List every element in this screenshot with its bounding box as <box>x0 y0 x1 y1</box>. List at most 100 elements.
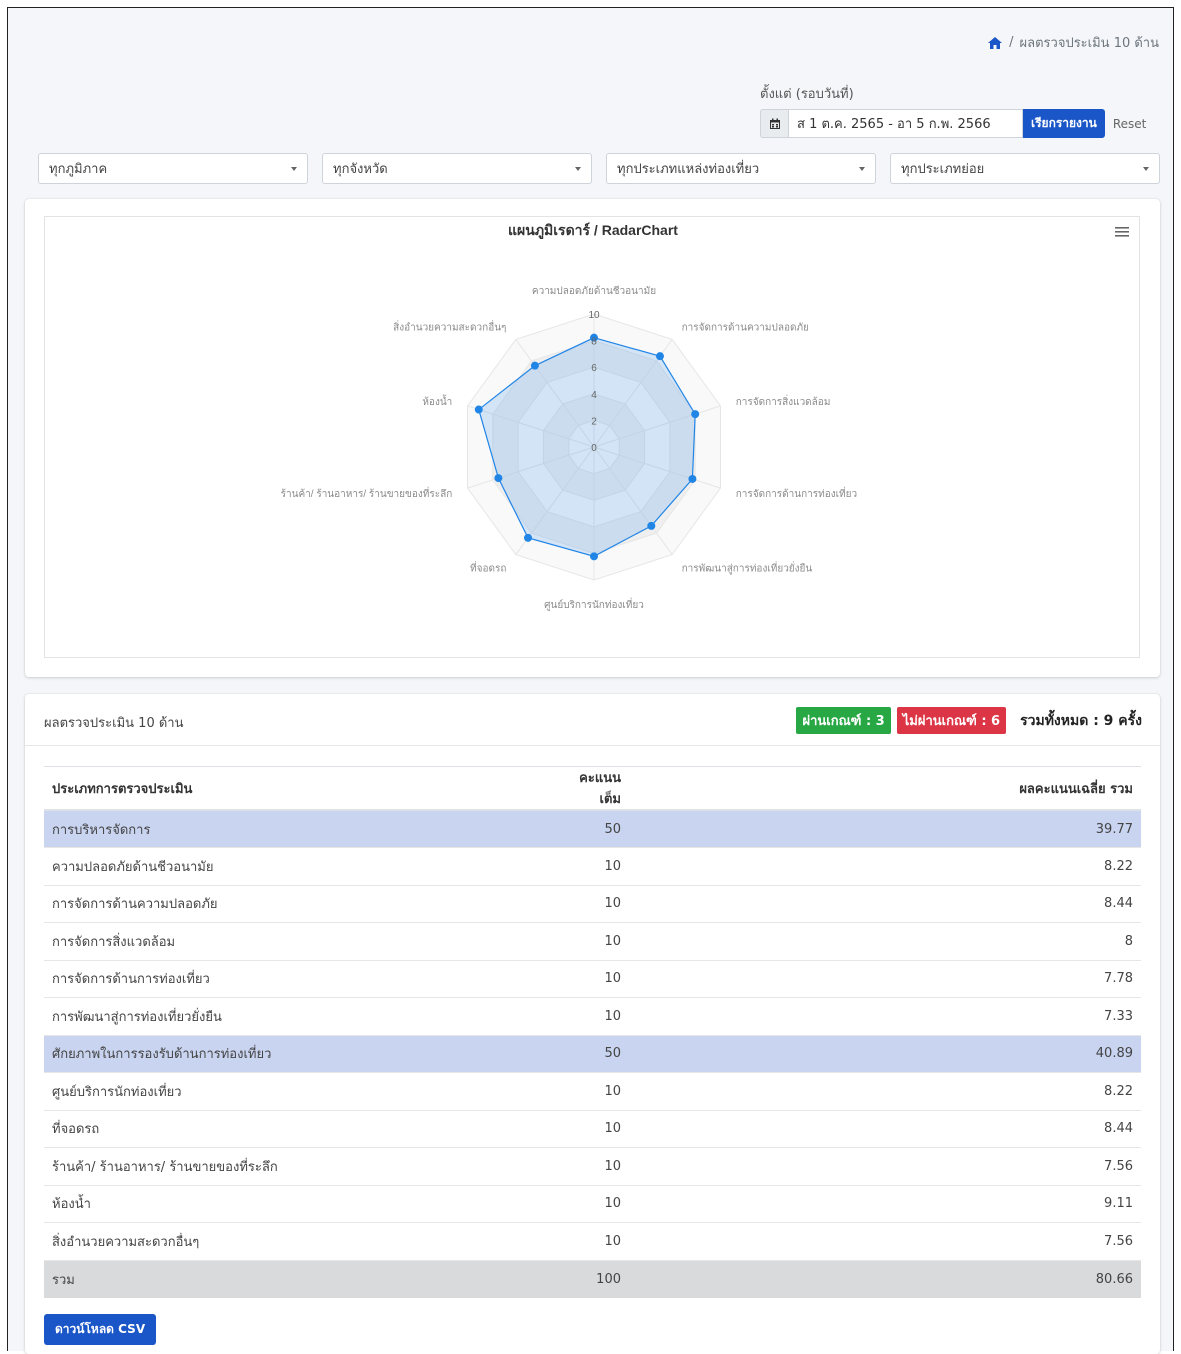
row-full-score: 10 <box>571 959 941 998</box>
table-row: ศูนย์บริการนักท่องเที่ยว 10 8.22 <box>44 1072 1141 1110</box>
row-full-score: 10 <box>571 1109 941 1148</box>
calendar-icon[interactable] <box>760 109 788 138</box>
reset-button[interactable]: Reset <box>1113 117 1147 131</box>
pass-badge: ผ่านเกณฑ์ : 3 <box>796 707 891 734</box>
table-row: สิ่งอำนวยความสะดวกอื่นๆ 10 7.56 <box>44 1222 1141 1260</box>
row-average: 7.56 <box>941 1222 1141 1260</box>
row-average: 7.56 <box>941 1147 1141 1185</box>
radar-tick-label: 2 <box>591 416 597 427</box>
row-name: ศูนย์บริการนักท่องเที่ยว <box>44 1072 572 1110</box>
radar-category-label: ที่จอดรถ <box>470 561 506 575</box>
breadcrumb: / ผลตรวจประเมิน 10 ด้าน <box>987 32 1159 53</box>
radar-data-point[interactable] <box>530 361 539 370</box>
date-range-label: ตั้งแต่ (รอบวันที่) <box>760 87 854 102</box>
region-select-value: ทุกภูมิภาค <box>49 162 108 177</box>
page-frame: / ผลตรวจประเมิน 10 ด้าน ตั้งแต่ (รอบวันท… <box>7 7 1174 1354</box>
chevron-down-icon <box>575 166 581 171</box>
province-select[interactable]: ทุกจังหวัด <box>322 153 592 184</box>
row-average: 7.33 <box>941 997 1141 1035</box>
table-row: ร้านค้า/ ร้านอาหาร/ ร้านขายของที่ระลึก 10… <box>44 1147 1141 1185</box>
row-average: 8.22 <box>941 847 1141 885</box>
date-range-input[interactable]: ส 1 ต.ค. 2565 - อา 5 ก.พ. 2566 <box>788 109 1023 138</box>
row-name: การบริหารจัดการ <box>44 809 572 848</box>
radar-category-label: การจัดการด้านการท่องเที่ยว <box>736 486 857 500</box>
result-badges: ผ่านเกณฑ์ : 3 ไม่ผ่านเกณฑ์ : 6 รวมทั้งหม… <box>796 707 1142 734</box>
results-card: ผลตรวจประเมิน 10 ด้าน ผ่านเกณฑ์ : 3 ไม่ผ… <box>25 694 1160 1354</box>
radar-data-point[interactable] <box>524 533 533 542</box>
radar-data-point[interactable] <box>691 410 700 419</box>
subtype-select-value: ทุกประเภทย่อย <box>901 162 985 177</box>
row-name: การจัดการด้านการท่องเที่ยว <box>44 959 572 998</box>
table-row: การพัฒนาสู่การท่องเที่ยวยั่งยืน 10 7.33 <box>44 997 1141 1035</box>
row-full-score: 10 <box>571 1184 941 1223</box>
row-full-score: 10 <box>571 847 941 885</box>
radar-tick-label: 0 <box>591 443 597 454</box>
row-full-score: 10 <box>571 1222 941 1260</box>
results-table: ประเภทการตรวจประเมิน คะแนนเต็ม ผลคะแนนเฉ… <box>44 766 1141 1298</box>
table-row: การจัดการด้านความปลอดภัย 10 8.44 <box>44 884 1141 923</box>
radar-chart: แผนภูมิเรดาร์ / RadarChart 0 2 4 6 8 10 ความปล… <box>281 222 1129 611</box>
total-count: รวมทั้งหมด : 9 ครั้ง <box>1020 712 1142 729</box>
hamburger-menu-icon[interactable] <box>1115 227 1129 237</box>
table-row: การจัดการสิ่งแวดล้อม 10 8 <box>44 922 1141 960</box>
row-average: 80.66 <box>941 1259 1141 1298</box>
row-full-score: 10 <box>571 1072 941 1110</box>
radar-chart-container: แผนภูมิเรดาร์ / RadarChart 0 2 4 6 8 10 ความปล… <box>44 216 1140 658</box>
row-full-score: 10 <box>571 884 941 923</box>
radar-tick-label: 8 <box>591 337 597 348</box>
radar-tick-label: 10 <box>588 310 600 321</box>
row-average: 39.77 <box>941 809 1141 848</box>
attraction-type-select[interactable]: ทุกประเภทแหล่งท่องเที่ยว <box>606 153 876 184</box>
radar-data-point[interactable] <box>688 474 697 483</box>
radar-category-label: สิ่งอำนวยความสะดวกอื่นๆ <box>393 319 506 333</box>
table-row-group: การบริหารจัดการ 50 39.77 <box>44 809 1141 848</box>
row-full-score: 10 <box>571 922 941 960</box>
table-row: ห้องน้ำ 10 9.11 <box>44 1184 1141 1223</box>
region-select[interactable]: ทุกภูมิภาค <box>38 153 308 184</box>
row-full-score: 10 <box>571 1147 941 1185</box>
results-title: ผลตรวจประเมิน 10 ด้าน <box>44 716 184 731</box>
row-name: ศักยภาพในการรองรับด้านการท่องเที่ยว <box>44 1034 572 1073</box>
chevron-down-icon <box>859 166 865 171</box>
download-csv-button[interactable]: ดาวน์โหลด CSV <box>44 1314 157 1345</box>
radar-data-point[interactable] <box>655 352 664 361</box>
row-name: รวม <box>44 1259 572 1298</box>
table-row: ความปลอดภัยด้านชีวอนามัย 10 8.22 <box>44 847 1141 885</box>
report-button[interactable]: เรียกรายงาน <box>1023 109 1105 138</box>
chevron-down-icon <box>1143 166 1149 171</box>
row-full-score: 10 <box>571 997 941 1035</box>
table-row: การจัดการด้านการท่องเที่ยว 10 7.78 <box>44 959 1141 998</box>
filter-bar: ทุกภูมิภาค ทุกจังหวัด ทุกประเภทแหล่งท่อง… <box>38 153 1160 184</box>
row-name: ร้านค้า/ ร้านอาหาร/ ร้านขายของที่ระลึก <box>44 1147 572 1185</box>
radar-category-label: ห้องน้ำ <box>422 394 452 408</box>
radar-tick-label: 4 <box>591 390 597 401</box>
col-header-full-score: คะแนนเต็ม <box>571 766 941 811</box>
radar-tick-label: 6 <box>591 363 597 374</box>
row-average: 8.22 <box>941 1072 1141 1110</box>
breadcrumb-separator: / <box>1009 35 1014 50</box>
chevron-down-icon <box>291 166 297 171</box>
radar-data-point[interactable] <box>647 521 656 530</box>
row-average: 8.44 <box>941 884 1141 923</box>
table-row-total: รวม 100 80.66 <box>44 1259 1141 1298</box>
radar-category-label: ร้านค้า/ ร้านอาหาร/ ร้านขายของที่ระลึก <box>281 486 453 500</box>
home-icon[interactable] <box>987 36 1003 50</box>
row-average: 40.89 <box>941 1034 1141 1073</box>
row-name: ที่จอดรถ <box>44 1109 572 1148</box>
radar-category-label: การพัฒนาสู่การท่องเที่ยวยั่งยืน <box>682 561 813 575</box>
row-full-score: 100 <box>571 1259 941 1298</box>
attraction-type-select-value: ทุกประเภทแหล่งท่องเที่ยว <box>617 162 760 177</box>
col-header-type: ประเภทการตรวจประเมิน <box>44 766 572 811</box>
col-header-average: ผลคะแนนเฉลี่ย รวม <box>941 766 1141 811</box>
subtype-select[interactable]: ทุกประเภทย่อย <box>890 153 1160 184</box>
radar-data-point[interactable] <box>590 552 598 561</box>
chart-title: แผนภูมิเรดาร์ / RadarChart <box>508 222 678 239</box>
row-full-score: 50 <box>571 809 941 848</box>
radar-data-point[interactable] <box>494 474 503 483</box>
date-range-group: ส 1 ต.ค. 2565 - อา 5 ก.พ. 2566 เรียกรายง… <box>760 109 1146 138</box>
radar-category-label: การจัดการสิ่งแวดล้อม <box>736 394 831 408</box>
breadcrumb-current: ผลตรวจประเมิน 10 ด้าน <box>1019 36 1159 51</box>
radar-category-label: ศูนย์บริการนักท่องเที่ยว <box>544 597 644 611</box>
radar-category-label: ความปลอดภัยด้านชีวอนามัย <box>532 285 656 297</box>
radar-data-point[interactable] <box>474 405 483 414</box>
